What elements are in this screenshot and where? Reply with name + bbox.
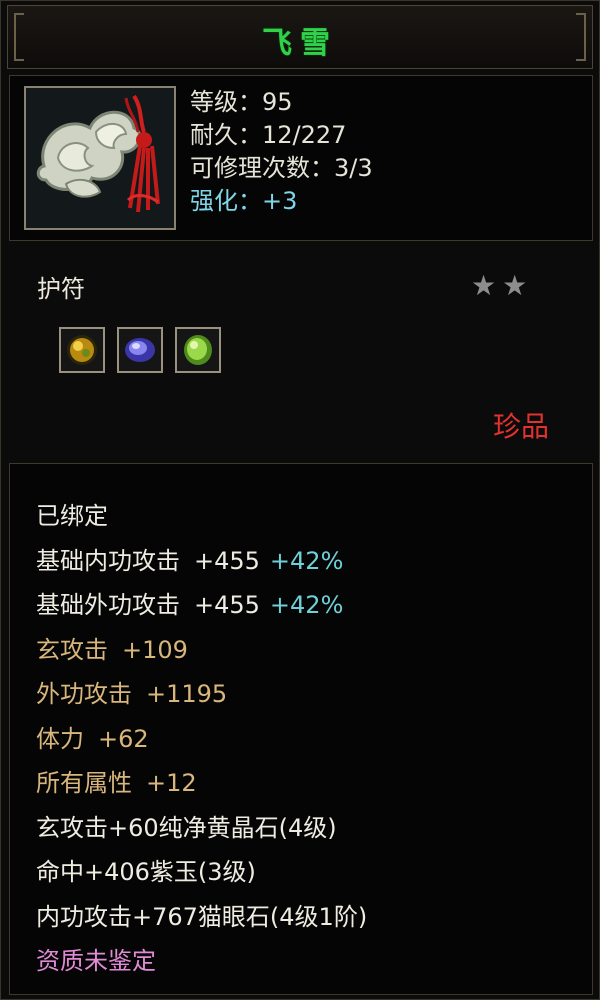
- bound-status: 已绑定: [36, 502, 108, 530]
- gem-bonus-line: 玄攻击+60纯净黄晶石(4级): [36, 813, 337, 842]
- item-tooltip: 飞雪 等级：95 耐久：12/227 可修理次数：3/3 强化：+3 护符 ★★…: [0, 0, 600, 1000]
- repair-count-stat: 可修理次数：3/3: [190, 154, 373, 182]
- attr-value: +1195: [146, 680, 228, 708]
- item-header-panel: 等级：95 耐久：12/227 可修理次数：3/3 强化：+3: [9, 75, 593, 241]
- level-stat: 等级：95: [190, 88, 293, 116]
- enhance-stat: 强化：+3: [190, 187, 298, 215]
- outer-attack: 外功攻击 +1195: [36, 672, 367, 717]
- base-outer-attack: 基础外功攻击 +455 +42%: [36, 583, 367, 628]
- gem-slots: [59, 327, 221, 373]
- attr-label: 玄攻击: [36, 635, 108, 664]
- rarity-label: 珍品: [493, 410, 550, 443]
- attr-label: 基础外功攻击: [36, 591, 180, 619]
- jade-cloud-amulet-icon: [24, 86, 176, 230]
- quality-status: 资质未鉴定: [36, 947, 156, 975]
- attr-label: 基础内功攻击: [36, 546, 180, 575]
- attr-percent: +42%: [269, 591, 344, 619]
- attr-value: +12: [146, 769, 197, 797]
- stamina: 体力 +62: [36, 717, 367, 762]
- title-bar: 飞雪: [7, 5, 593, 69]
- attr-value: +109: [122, 635, 188, 664]
- item-name: 飞雪: [262, 26, 338, 61]
- item-type: 护符: [37, 275, 85, 303]
- cat-eye-gem-icon: [175, 327, 221, 373]
- purple-jade-gem-icon: [117, 327, 163, 373]
- gem-bonus-line: 内功攻击+767猫眼石(4级1阶): [36, 902, 368, 931]
- attr-label: 体力: [36, 724, 84, 753]
- yellow-crystal-gem-icon: [59, 327, 105, 373]
- attr-label: 外功攻击: [36, 680, 132, 708]
- xuan-attack: 玄攻击 +109: [36, 628, 367, 673]
- attr-label: 所有属性: [36, 769, 132, 797]
- attr-value: +455: [194, 591, 260, 619]
- base-inner-attack: 基础内功攻击 +455 +42%: [36, 539, 367, 584]
- star-rating-icon: ★★: [471, 269, 534, 302]
- all-attributes: 所有属性 +12: [36, 761, 367, 806]
- durability-stat: 耐久：12/227: [190, 121, 347, 149]
- item-stats: 等级：95 耐久：12/227 可修理次数：3/3 强化：+3: [190, 86, 373, 218]
- attr-percent: +42%: [269, 546, 344, 575]
- attr-value: +455: [194, 546, 260, 575]
- attributes-panel: 已绑定 基础内功攻击 +455 +42% 基础外功攻击 +455 +42% 玄攻击 +10…: [9, 463, 593, 995]
- gem-bonus-line: 命中+406紫玉(3级): [36, 858, 256, 886]
- attr-value: +62: [98, 724, 149, 753]
